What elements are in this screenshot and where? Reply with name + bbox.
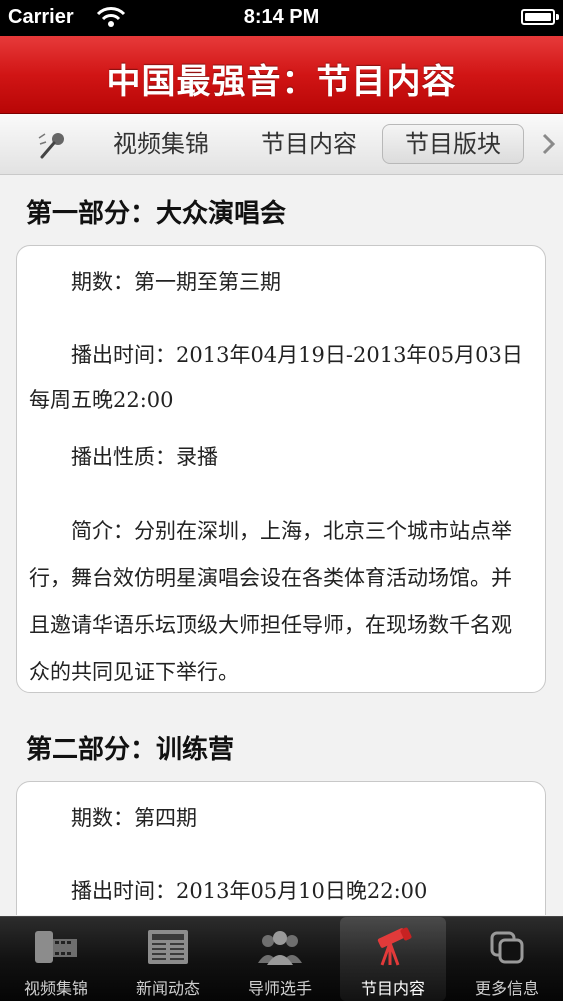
tabbar-item-program-content[interactable]: 节目内容: [340, 917, 446, 1001]
tab-video-highlights[interactable]: 视频集锦: [96, 124, 226, 164]
telescope-icon: [377, 927, 412, 966]
tabbar-item-video-highlights[interactable]: 视频集锦: [0, 917, 112, 1001]
chevron-right-icon[interactable]: [541, 132, 557, 156]
status-bar: Carrier 8:14 PM: [0, 0, 563, 36]
tabbar-item-more-info[interactable]: 更多信息: [451, 917, 563, 1001]
film-reel-icon: [35, 931, 77, 963]
battery-icon: [521, 9, 559, 25]
tabbar-item-news[interactable]: 新闻动态: [112, 917, 224, 1001]
section-card: 期数：第一期至第三期 播出时间：2013年04月19日-2013年05月03日每…: [16, 245, 546, 693]
section-card: 期数：第四期 播出时间：2013年05月10日晚22:00: [16, 781, 546, 915]
episode-count: 期数：第四期: [71, 806, 197, 830]
microphone-icon[interactable]: [36, 130, 70, 160]
page-title: 中国最强音：节目内容: [106, 62, 457, 102]
title-bar: 中国最强音：节目内容: [0, 36, 563, 114]
tabbar-label: 更多信息: [474, 979, 539, 998]
episode-count: 期数：第一期至第三期: [71, 270, 281, 294]
clock: 8:14 PM: [243, 6, 320, 28]
section-title: 第二部分：训练营: [26, 735, 235, 765]
introduction: 简介：分别在深圳，上海，北京三个城市站点举行，舞台效仿明星演唱会设在各类体育活动…: [29, 519, 512, 684]
tabbar-label: 视频集锦: [23, 979, 88, 998]
air-time: 播出时间：2013年05月10日晚22:00: [71, 879, 428, 903]
tab-program-sections[interactable]: 节目版块: [382, 124, 524, 164]
more-icon: [490, 931, 524, 964]
tabbar-label: 导师选手: [247, 979, 312, 998]
content-scroll-area[interactable]: 第一部分：大众演唱会 期数：第一期至第三期 播出时间：2013年04月19日-2…: [0, 175, 563, 915]
bottom-tab-bar: 视频集锦 新闻动态 导师选手 节目内容 更多信息: [0, 916, 563, 1001]
broadcast-type: 播出性质：录播: [71, 445, 218, 469]
segment-tab-strip: 视频集锦 节目内容 节目版块: [0, 114, 563, 175]
tabbar-item-mentors-contestants[interactable]: 导师选手: [224, 917, 336, 1001]
tabbar-label: 新闻动态: [135, 979, 200, 998]
section-title: 第一部分：大众演唱会: [26, 199, 287, 229]
tabbar-label: 节目内容: [360, 979, 425, 998]
people-icon: [258, 931, 302, 965]
newspaper-icon: [148, 930, 188, 964]
air-time: 播出时间：2013年04月19日-2013年05月03日每周五晚22:00: [29, 343, 523, 412]
tab-program-content[interactable]: 节目内容: [244, 124, 374, 164]
